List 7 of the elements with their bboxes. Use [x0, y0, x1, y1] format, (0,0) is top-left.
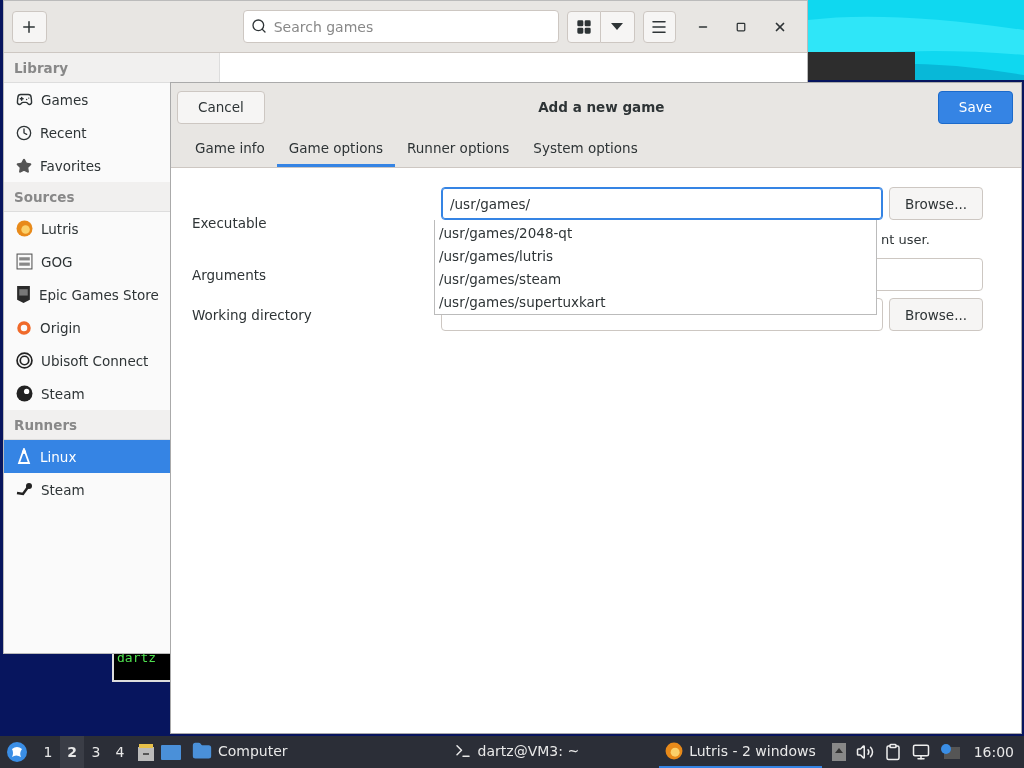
hint-text: nt user. — [881, 231, 931, 247]
clock: 16:00 — [973, 744, 1014, 760]
field-label: Working directory — [192, 306, 313, 323]
section-title: Library — [4, 53, 219, 83]
dialog-title: Add a new game — [538, 99, 665, 115]
field-label: Arguments — [192, 266, 267, 283]
field-label: Executable — [192, 214, 268, 231]
